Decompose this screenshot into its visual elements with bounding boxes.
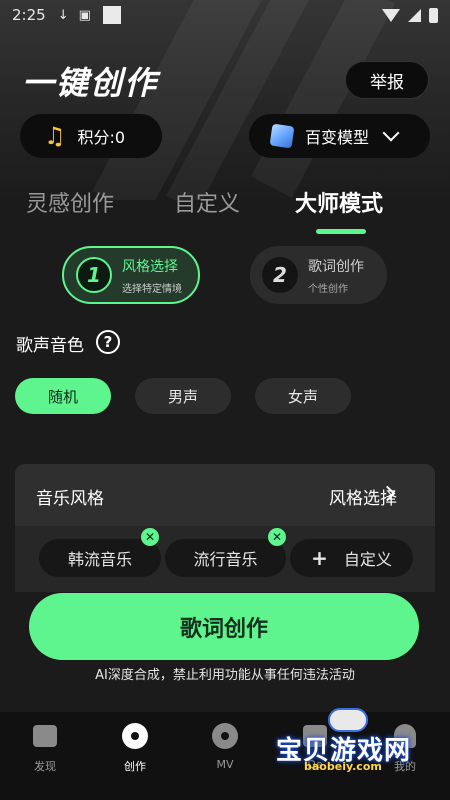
- step-title: 风格选择: [122, 258, 178, 275]
- remove-tag-icon[interactable]: ✕: [268, 528, 286, 546]
- points-pill[interactable]: ♫ 积分:0: [20, 114, 162, 158]
- model-label: 百变模型: [305, 128, 370, 147]
- model-selector[interactable]: 百变模型: [249, 114, 430, 158]
- nav-label: 发现: [34, 760, 56, 773]
- disc-icon: [121, 722, 149, 750]
- style-tag[interactable]: 流行音乐: [165, 539, 286, 577]
- nav-discover[interactable]: 发现: [15, 722, 75, 774]
- step-lyrics[interactable]: 2 歌词创作 个性创作: [250, 246, 387, 304]
- points-label: 积分:0: [77, 128, 126, 147]
- status-time: 2:25: [12, 6, 46, 24]
- disclaimer-text: AI深度合成，禁止利用功能从事任何违法活动: [95, 668, 355, 683]
- active-tab-indicator: [316, 229, 366, 234]
- step-number-1: 1: [76, 257, 112, 293]
- step-title: 歌词创作: [308, 258, 364, 275]
- cube-icon: [269, 123, 295, 149]
- step-number-2: 2: [262, 257, 298, 293]
- tab-master[interactable]: 大师模式: [295, 186, 383, 218]
- add-custom-style-button[interactable]: + 自定义: [290, 539, 413, 577]
- battery-icon: [429, 7, 438, 23]
- music-style-label: 音乐风格: [36, 489, 104, 509]
- nav-mv[interactable]: MV: [195, 722, 255, 771]
- voice-option-male[interactable]: 男声: [135, 378, 231, 414]
- wifi-icon: [382, 8, 400, 22]
- report-button[interactable]: 举报: [345, 61, 429, 99]
- voice-option-random[interactable]: 随机: [15, 378, 111, 414]
- nav-create[interactable]: 创作: [105, 722, 165, 774]
- chevron-down-icon: [382, 124, 400, 142]
- watermark-url: baobeiy.com: [304, 760, 382, 773]
- nav-label: MV: [216, 758, 234, 771]
- style-tag[interactable]: 韩流音乐: [39, 539, 161, 577]
- step-text: 歌词创作 个性创作: [308, 256, 364, 295]
- remove-tag-icon[interactable]: ✕: [141, 528, 159, 546]
- mode-tabs: 灵感创作 自定义 大师模式: [0, 186, 450, 236]
- create-lyrics-button[interactable]: 歌词创作: [29, 593, 419, 660]
- download-icon: ↓: [57, 7, 69, 23]
- film-reel-icon: [211, 722, 239, 750]
- step-text: 风格选择 选择特定情境: [122, 256, 182, 295]
- tab-inspiration[interactable]: 灵感创作: [26, 186, 114, 218]
- nav-label: 创作: [124, 760, 146, 773]
- step-subtitle: 选择特定情境: [122, 283, 182, 295]
- notification-icon: ▣: [78, 7, 91, 23]
- plus-icon: +: [311, 546, 328, 570]
- step-subtitle: 个性创作: [308, 283, 348, 295]
- tab-custom[interactable]: 自定义: [174, 186, 240, 218]
- music-note-icon: ♫: [44, 122, 66, 150]
- watermark-logo: 宝贝游戏网 baobeiy.com: [270, 702, 435, 782]
- status-right: [382, 7, 438, 23]
- discover-icon: [31, 722, 59, 750]
- music-style-header[interactable]: 音乐风格 风格选择: [15, 464, 435, 526]
- signal-icon: [408, 8, 421, 22]
- voice-label: 歌声音色: [16, 336, 84, 356]
- status-bar: 2:25 ↓ ▣: [0, 0, 450, 30]
- gamepad-icon: [328, 708, 368, 732]
- step-style-select[interactable]: 1 风格选择 选择特定情境: [62, 246, 200, 304]
- help-icon[interactable]: ?: [96, 330, 120, 354]
- custom-style-label: 自定义: [343, 550, 392, 569]
- voice-option-female[interactable]: 女声: [255, 378, 351, 414]
- app-notification-icon: [102, 6, 121, 24]
- page-title: 一键创作: [22, 64, 159, 102]
